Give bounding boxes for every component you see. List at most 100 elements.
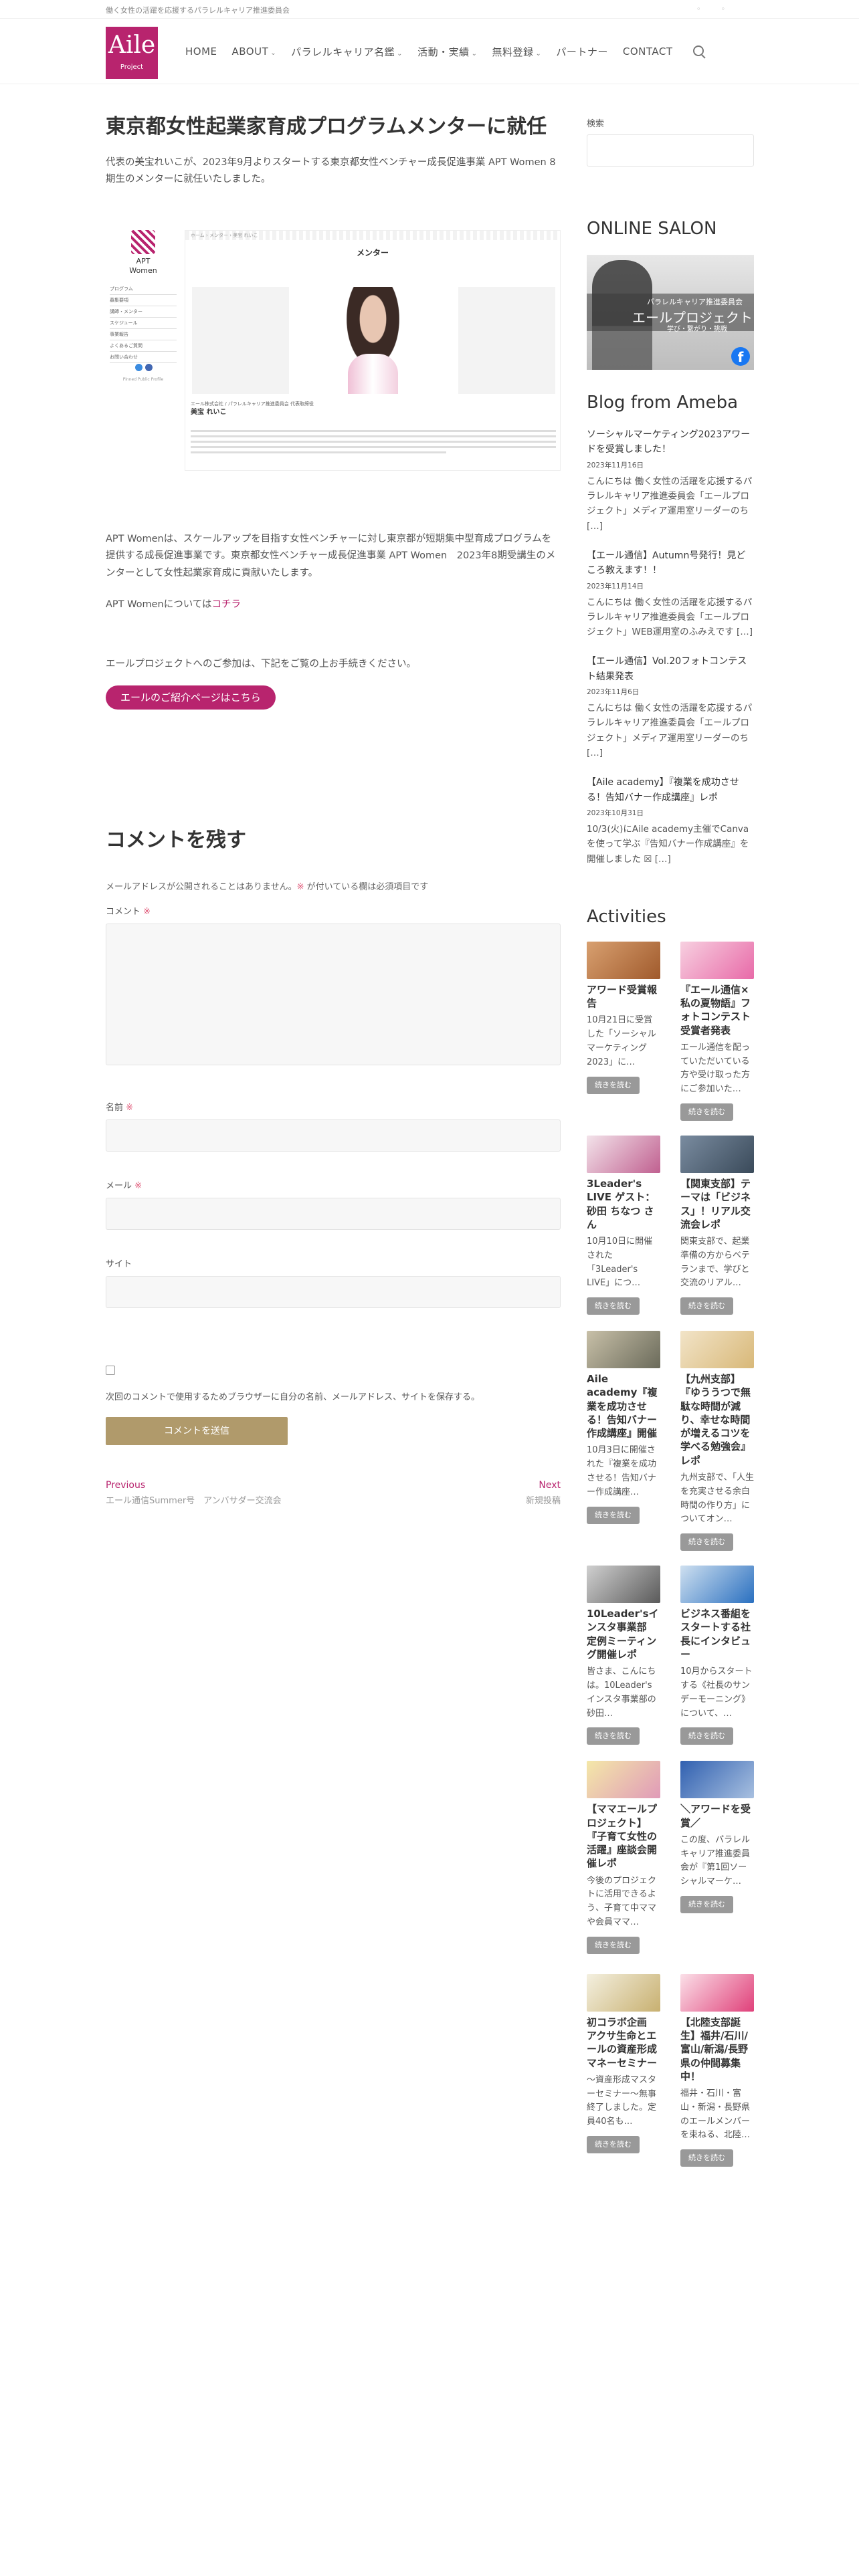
mock-menu-item: 事業報告 <box>110 329 177 340</box>
email-field[interactable] <box>106 1197 561 1230</box>
blog-item-date: 2023年10月31日 <box>587 809 644 818</box>
next-post-link[interactable]: Next 新規投稿 <box>526 1480 561 1506</box>
blog-item-date: 2023年11月6日 <box>587 688 640 697</box>
activity-thumbnail[interactable] <box>587 941 660 979</box>
activity-thumbnail[interactable] <box>587 1136 660 1174</box>
activity-thumbnail[interactable] <box>587 1566 660 1604</box>
activity-title[interactable]: 【ママエールプロジェクト】『子育て女性の活躍』座談会開催レポ <box>587 1802 660 1870</box>
site-logo[interactable]: Aile Project <box>106 27 158 79</box>
search-icon[interactable] <box>692 44 706 59</box>
activity-card: Aile academy『複業を成功させる！告知バナー作成講座』開催 10月3日に… <box>587 1331 660 1551</box>
online-salon-banner[interactable]: パラレルキャリア推進委員会 エールプロジェクト 学び・繋がり・挑戦 f <box>587 255 754 370</box>
activity-card: ＼アワードを受賞／ この度、パラレルキャリア推進委員会が『第1回ソーシャルマーケ…… <box>680 1761 754 1953</box>
search-label: 検索 <box>587 119 605 129</box>
activity-title[interactable]: 【関東支部】テーマは「ビジネス」！リアル交流会レポ <box>680 1177 754 1231</box>
apt-women-link[interactable]: コチラ <box>212 599 242 610</box>
nav-item-1[interactable]: ABOUT ⌄ <box>232 45 277 58</box>
main-content: 東京都女性起業家育成プログラムメンターに就任 代表の美宝れいこが、2023年9月… <box>106 114 561 1509</box>
read-more-button[interactable]: 続きを読む <box>680 2149 733 2167</box>
activity-thumbnail[interactable] <box>680 941 754 979</box>
email-label: メール ※ <box>106 1180 142 1191</box>
nav-item-0[interactable]: HOME <box>185 45 217 58</box>
blog-item-excerpt: こんにちは 働く女性の活躍を応援するパラレルキャリア推進委員会「エールプロジェク… <box>587 475 753 532</box>
activity-excerpt: この度、パラレルキャリア推進委員会が『第1回ソーシャルマーケ… <box>680 1834 751 1887</box>
read-more-button[interactable]: 続きを読む <box>680 1896 733 1914</box>
activity-thumbnail[interactable] <box>680 1973 754 2012</box>
activity-thumbnail[interactable] <box>680 1761 754 1799</box>
activity-excerpt: 今後のプロジェクトに活用できるよう、子育て中ママや会員ママ… <box>587 1875 657 1927</box>
nav-item-5[interactable]: パートナー <box>556 45 608 59</box>
mock-menu-item: お問い合わせ <box>110 352 177 363</box>
chevron-down-icon: ⌄ <box>270 49 277 57</box>
activity-thumbnail[interactable] <box>587 1973 660 2012</box>
mock-heading: メンター <box>356 247 389 257</box>
activity-title[interactable]: 初コラボ企画 アクサ生命とエールの資産形成マネーセミナー <box>587 2016 660 2070</box>
save-info-label: 次回のコメントで使用するためブラウザーに自分の名前、メールアドレス、サイトを保存… <box>106 1392 480 1402</box>
blog-more-link[interactable]: […] <box>737 627 753 637</box>
read-more-button[interactable]: 続きを読む <box>680 1533 733 1551</box>
comment-textarea[interactable] <box>106 923 561 1065</box>
blog-item-date: 2023年11月14日 <box>587 582 644 591</box>
activity-title[interactable]: ビジネス番組をスタートする社長にインタビュー <box>680 1607 754 1661</box>
intro-page-button[interactable]: エールのご紹介ページはこちら <box>106 685 276 710</box>
name-field[interactable] <box>106 1119 561 1152</box>
nav-item-6[interactable]: CONTACT <box>623 45 673 58</box>
post-intro: 代表の美宝れいこが、2023年9月よりスタートする東京都女性ベンチャー成長促進事… <box>106 157 556 185</box>
activity-card: アワード受賞報告 10月21日に受賞した「ソーシャルマーケティング2023」に… 続… <box>587 941 660 1121</box>
activity-title[interactable]: 『エール通信×私の夏物語』フォトコンテスト受賞者発表 <box>680 983 754 1037</box>
save-info-checkbox[interactable] <box>106 1365 115 1375</box>
facebook-icon <box>145 363 153 371</box>
facebook-icon[interactable]: ◦ <box>696 5 701 13</box>
activity-title[interactable]: アワード受賞報告 <box>587 983 660 1010</box>
blog-item-excerpt: こんにちは 働く女性の活躍を応援するパラレルキャリア推進委員会「エールプロジェク… <box>587 703 753 758</box>
website-field[interactable] <box>106 1275 561 1308</box>
read-more-button[interactable]: 続きを読む <box>587 2135 640 2153</box>
blog-more-link[interactable]: […] <box>587 521 603 532</box>
search-input[interactable] <box>587 134 754 167</box>
activity-title[interactable]: 【北陸支部誕生】福井/石川/富山/新潟/長野県の仲間募集中！ <box>680 2016 754 2083</box>
submit-comment-button[interactable]: コメントを送信 <box>106 1416 288 1445</box>
mock-placeholder <box>192 286 289 394</box>
read-more-button[interactable]: 続きを読む <box>587 1727 640 1745</box>
blog-item-title[interactable]: 【エール通信】Vol.20フォトコンテスト結果発表 <box>587 654 754 684</box>
mock-text-lines <box>191 429 556 457</box>
activity-title[interactable]: 3Leader's LIVE ゲスト：砂田 ちなつ さん <box>587 1177 660 1231</box>
blog-more-link[interactable]: […] <box>655 854 671 865</box>
activity-card: 【北陸支部誕生】福井/石川/富山/新潟/長野県の仲間募集中！ 福井・石川・富山・新… <box>680 1973 754 2167</box>
site-label: サイト <box>106 1259 132 1269</box>
previous-post-link[interactable]: Previous エール通信Summer号 アンバサダー交流会 <box>106 1480 282 1506</box>
blog-item: 【エール通信】Autumn号発行！見どころ教えます！！ 2023年11月14日 こん… <box>587 548 754 640</box>
mock-menu-item: 募集要項 <box>110 295 177 306</box>
post-link-line: APT Womenについてはコチラ <box>106 599 242 610</box>
blog-item-title[interactable]: ソーシャルマーケティング2023アワードを受賞しました！ <box>587 427 754 457</box>
read-more-button[interactable]: 続きを読む <box>587 1936 640 1954</box>
activity-excerpt: 皆さま、こんにちは。10Leader'sインスタ事業部の砂田… <box>587 1667 656 1719</box>
activity-thumbnail[interactable] <box>680 1136 754 1174</box>
instagram-icon[interactable]: ◦ <box>721 5 726 13</box>
activity-thumbnail[interactable] <box>587 1331 660 1369</box>
activity-thumbnail[interactable] <box>680 1566 754 1604</box>
activity-title[interactable]: ＼アワードを受賞／ <box>680 1802 754 1830</box>
blog-more-link[interactable]: […] <box>587 748 603 758</box>
read-more-button[interactable]: 続きを読む <box>680 1727 733 1745</box>
nav-item-3[interactable]: 活動・実績 ⌄ <box>417 45 477 59</box>
blog-item-title[interactable]: 【エール通信】Autumn号発行！見どころ教えます！！ <box>587 548 754 578</box>
activity-card: 初コラボ企画 アクサ生命とエールの資産形成マネーセミナー ～資産形成マスターセミナ… <box>587 1973 660 2167</box>
nav-item-4[interactable]: 無料登録 ⌄ <box>492 45 541 59</box>
read-more-button[interactable]: 続きを読む <box>680 1297 733 1315</box>
activity-title[interactable]: Aile academy『複業を成功させる！告知バナー作成講座』開催 <box>587 1372 660 1440</box>
activity-title[interactable]: 10Leader'sインスタ事業部 定例ミーティング開催レポ <box>587 1607 660 1661</box>
nav-item-2[interactable]: パラレルキャリア名鑑 ⌄ <box>291 45 403 59</box>
main-nav: HOME ABOUT ⌄ パラレルキャリア名鑑 ⌄ 活動・実績 ⌄ 無料登録 ⌄ パートナー CON… <box>185 19 706 84</box>
post-title: 東京都女性起業家育成プログラムメンターに就任 <box>106 115 547 138</box>
activity-thumbnail[interactable] <box>587 1761 660 1799</box>
mock-menu-item: スケジュール <box>110 318 177 329</box>
read-more-button[interactable]: 続きを読む <box>680 1103 733 1121</box>
blog-item-title[interactable]: 【Aile academy】『複業を成功させる！告知バナー作成講座』レポ <box>587 775 754 805</box>
read-more-button[interactable]: 続きを読む <box>587 1076 640 1094</box>
read-more-button[interactable]: 続きを読む <box>587 1297 640 1315</box>
activity-card: 【ママエールプロジェクト】『子育て女性の活躍』座談会開催レポ 今後のプロジェクトに… <box>587 1761 660 1954</box>
read-more-button[interactable]: 続きを読む <box>587 1506 640 1524</box>
activity-thumbnail[interactable] <box>680 1331 754 1369</box>
activity-title[interactable]: 【九州支部】『ゆううつで無駄な時間が減り、幸せな時間が増えるコツを学べる勉強会』… <box>680 1372 754 1467</box>
